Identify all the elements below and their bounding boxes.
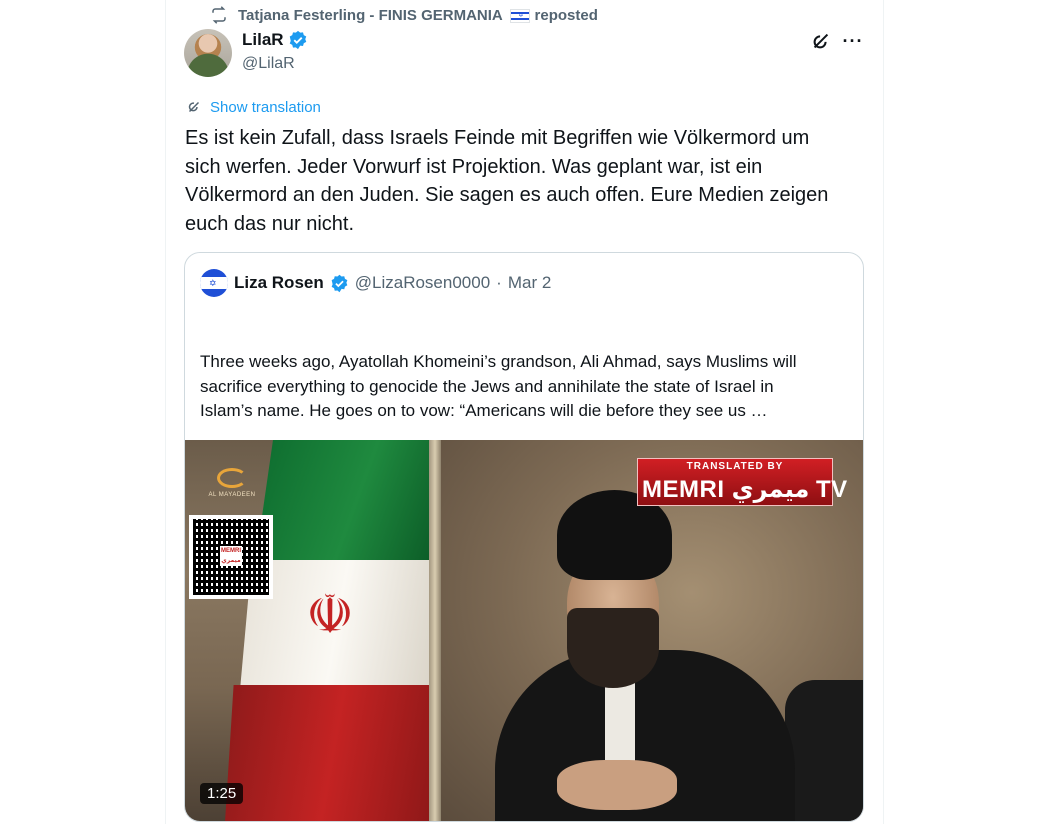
quoted-author-handle[interactable]: @LizaRosen0000 <box>355 273 490 293</box>
flag-pole <box>429 440 441 821</box>
speaker-hands <box>557 760 677 810</box>
video-duration-badge: 1:25 <box>200 783 244 804</box>
video-player[interactable]: ☫ AL MAYADEEN MEMRI ميمري TRANSLATED BY … <box>185 440 863 821</box>
author-avatar[interactable] <box>184 29 232 77</box>
translate-icon <box>188 101 200 113</box>
author-handle[interactable]: @LilaR <box>242 55 295 73</box>
tweet-text: Es ist kein Zufall, dass Israels Feinde … <box>185 127 829 235</box>
iran-flag-red <box>225 685 440 821</box>
qr-label: MEMRI ميمري <box>220 546 242 566</box>
grok-button[interactable] <box>808 28 834 54</box>
quoted-author-avatar[interactable]: ✡ <box>200 269 228 297</box>
speaker-beard <box>567 608 659 688</box>
repost-icon <box>210 6 228 24</box>
verified-badge-icon[interactable] <box>288 30 308 50</box>
author-display-name[interactable]: LilaR <box>242 30 284 50</box>
show-translation-label[interactable]: Show translation <box>210 99 321 116</box>
quoted-tweet-text: Three weeks ago, Ayatollah Khomeini’s gr… <box>200 352 797 420</box>
separator-dot: · <box>496 273 502 292</box>
israel-flag-icon: ✡ <box>510 8 531 23</box>
al-mayadeen-logo: AL MAYADEEN <box>207 468 257 504</box>
quoted-tweet-header[interactable]: ✡ Liza Rosen @LizaRosen0000 · Mar 2 <box>200 269 551 297</box>
qr-code: MEMRI ميمري <box>189 515 273 599</box>
grok-icon <box>813 33 829 49</box>
quoted-verified-badge-icon <box>330 274 349 293</box>
iran-flag-green <box>255 440 435 565</box>
quoted-tweet-date[interactable]: Mar 2 <box>508 273 551 293</box>
memri-logo-text: MEMRI ميمري TV <box>642 476 848 503</box>
repost-user-name[interactable]: Tatjana Festerling - FINIS GERMANIA <box>238 7 502 24</box>
author-name-row[interactable]: LilaR <box>242 30 308 50</box>
memri-translated-by: TRANSLATED BY <box>686 461 784 472</box>
iran-emblem-icon: ☫ <box>305 583 355 646</box>
more-options-button[interactable]: ··· <box>840 28 866 54</box>
repost-indicator[interactable]: Tatjana Festerling - FINIS GERMANIA ✡ re… <box>210 5 598 25</box>
show-translation-link[interactable]: Show translation <box>185 98 321 116</box>
quoted-author-name[interactable]: Liza Rosen <box>234 273 324 293</box>
chair <box>785 680 863 821</box>
repost-label: reposted <box>534 6 598 24</box>
memri-tv-watermark: TRANSLATED BY MEMRI ميمري TV <box>637 458 847 506</box>
quoted-tweet[interactable]: ✡ Liza Rosen @LizaRosen0000 · Mar 2 Thre… <box>184 252 864 822</box>
